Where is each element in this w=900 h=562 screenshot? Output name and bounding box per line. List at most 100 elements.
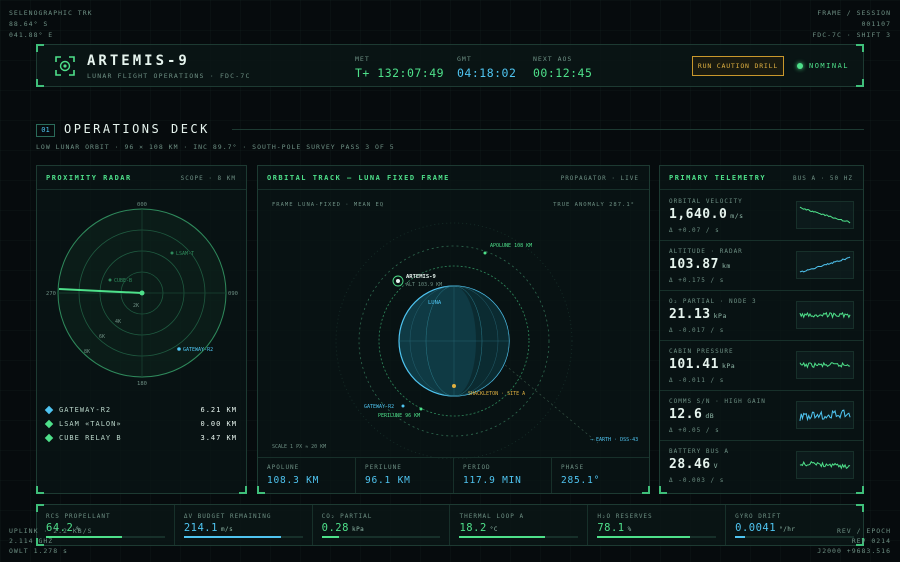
stat-period: PERIOD 117.9 MIN (454, 458, 552, 493)
telemetry-delta: Δ -0.011 / s (669, 377, 725, 384)
craft-alt-label: ALT 103.9 KM (406, 282, 442, 288)
corner-value: 2.114 GHZ (9, 537, 54, 545)
telemetry-row[interactable]: O₂ PARTIAL · NODE 3 21.13 kPa Δ -0.017 / s (660, 291, 863, 341)
stat-label: PERILUNE (365, 464, 402, 471)
sparkline (796, 451, 854, 479)
telemetry-value: 21.13 kPa (669, 307, 727, 322)
telemetry-number: 12.6 (669, 407, 703, 422)
telemetry-row[interactable]: CABIN PRESSURE 101.41 kPa Δ -0.011 / s (660, 341, 863, 391)
contact-name: CUBE RELAY B (59, 434, 122, 442)
telemetry-unit: kPa (721, 362, 736, 370)
consumable-unit: kPa (351, 526, 365, 533)
met-value: T+ 132:07:49 (355, 66, 445, 80)
consumable-gauge[interactable]: ΔV BUDGET REMAINING 214.1 m/s (175, 505, 313, 545)
ring-label: 4K (115, 319, 121, 325)
telemetry-bus: BUS A · 50 HZ (793, 175, 853, 182)
sparkline-trace (799, 311, 851, 320)
sparkline-trace (799, 361, 851, 369)
sparkline-trace (799, 206, 851, 224)
telemetry-delta: Δ -0.003 / s (669, 477, 725, 484)
telemetry-row[interactable]: ALTITUDE · RADAR 103.87 km Δ +0.175 / s (660, 241, 863, 291)
consumable-number: 0.28 (321, 522, 349, 534)
sparkline-trace (799, 460, 851, 470)
bearing-label: 090 (228, 291, 238, 297)
telemetry-label: ALTITUDE · RADAR (669, 248, 743, 255)
consumable-gauge[interactable]: H₂O RESERVES 78.1% (588, 505, 727, 545)
telemetry-number: 21.13 (669, 307, 711, 322)
blip-gateway[interactable] (177, 347, 181, 351)
telemetry-row[interactable]: ORBITAL VELOCITY 1,640.0 m/s Δ +0.07 / s (660, 191, 863, 241)
orbit-title: ORBITAL TRACK — LUNA FIXED FRAME (267, 174, 450, 182)
run-caution-drill-button[interactable]: RUN CAUTION DRILL (692, 56, 784, 76)
telemetry-row[interactable]: COMMS S/N · HIGH GAIN 12.6 dB Δ +0.05 / s (660, 391, 863, 441)
stat-apolune: APOLUNE 108.3 KM (258, 458, 356, 493)
telemetry-value: 103.87 km (669, 257, 731, 272)
contact-row[interactable]: CUBE RELAY B 3.47 KM (44, 433, 237, 446)
selenographic-readout: SELENOGRAPHIC TRK 88.64° S 041.88° E (9, 8, 93, 41)
gateway-marker[interactable] (401, 404, 405, 408)
telemetry-value: 28.46 V (669, 457, 718, 472)
sparkline (796, 201, 854, 229)
contact-row[interactable]: GATEWAY-R2 6.21 KM (44, 405, 237, 418)
blip-lsam[interactable] (170, 251, 174, 255)
consumable-bar-fill (459, 536, 546, 538)
contact-range: 0.00 KM (200, 420, 237, 428)
target-logo-icon (55, 56, 75, 76)
sparkline (796, 401, 854, 429)
bearing-label: 270 (46, 291, 56, 297)
telemetry-label: O₂ PARTIAL · NODE 3 (669, 298, 757, 305)
epoch-readout: REV / EPOCH REV 0214 J2000 +9683.516 (817, 526, 891, 556)
aos-label: NEXT AOS (533, 55, 573, 63)
sparkline (796, 251, 854, 279)
craft-label: ARTEMIS-9 (406, 274, 436, 280)
deck-number: 01 (36, 124, 55, 137)
met-label: MET (355, 55, 370, 63)
orbit-panel-header: ORBITAL TRACK — LUNA FIXED FRAME PROPAGA… (258, 166, 649, 190)
consumable-bar-fill (321, 536, 340, 538)
landing-site-marker[interactable] (452, 384, 456, 388)
consumable-number: 18.2 (459, 522, 487, 534)
telemetry-number: 101.41 (669, 357, 719, 372)
consumable-label: ΔV BUDGET REMAINING (183, 513, 272, 520)
stat-value: 108.3 KM (267, 475, 320, 486)
gmt-label: GMT (457, 55, 472, 63)
blip-cube[interactable] (108, 278, 112, 282)
landing-site-label: SHACKLETON · SITE A (468, 391, 525, 397)
consumable-unit: °/hr (779, 526, 796, 533)
stat-phase: PHASE 285.1° (552, 458, 649, 493)
stat-value: 117.9 MIN (463, 475, 522, 486)
radar-own-ship (139, 290, 145, 296)
moon-label: LUNA (428, 300, 442, 306)
consumable-label: GYRO DRIFT (735, 513, 782, 520)
corner-label: UPLINK · 2.2 KB/S (9, 527, 93, 535)
consumable-label: H₂O RESERVES (597, 513, 653, 520)
radar-panel-header: PROXIMITY RADAR SCOPE · 8 KM (37, 166, 246, 190)
orbit-display[interactable]: LUNA ARTEMIS-9 ALT 103.9 KM APOLUNE 108 … (258, 191, 651, 459)
telemetry-unit: V (713, 462, 719, 470)
deck-subtitle: LOW LUNAR ORBIT · 96 × 108 KM · INC 89.7… (36, 143, 395, 151)
consumable-gauge[interactable]: THERMAL LOOP A 18.2 °C (450, 505, 589, 545)
corner-value: 041.88° E (9, 31, 54, 39)
contact-row[interactable]: LSAM «TALON» 0.00 KM (44, 419, 237, 432)
corner-value: 88.64° S (9, 20, 49, 28)
consumable-value: 0.28 kPa (322, 522, 441, 534)
consumable-bar-fill (183, 536, 282, 538)
telemetry-row[interactable]: BATTERY BUS A 28.46 V Δ -0.003 / s (660, 441, 863, 491)
corner-value: 001107 (861, 20, 891, 28)
corner-value: OWLT 1.278 s (9, 547, 68, 555)
consumable-gauge[interactable]: CO₂ PARTIAL 0.28 kPa (313, 505, 451, 545)
corner-value: FDC-7C · SHIFT 3 (812, 31, 891, 39)
consumable-bar-fill (597, 536, 691, 538)
earth-label: → EARTH · DSS-43 (590, 437, 638, 443)
radar-scope-display[interactable]: 000 090 180 270 2K 4K 6K 8K GATEWAY-R2 C… (37, 196, 248, 396)
sparkline (796, 301, 854, 329)
sparkline-trace (799, 409, 851, 422)
bearing-label: 000 (137, 202, 147, 208)
app-subtitle: LUNAR FLIGHT OPERATIONS · FDC-7C (87, 72, 251, 80)
telemetry-number: 103.87 (669, 257, 719, 272)
consumable-label: CO₂ PARTIAL (321, 513, 373, 520)
stat-label: PERIOD (463, 464, 491, 471)
telemetry-value: 101.41 kPa (669, 357, 735, 372)
ring-label: 8K (84, 349, 90, 355)
contact-name: LSAM «TALON» (59, 420, 122, 428)
